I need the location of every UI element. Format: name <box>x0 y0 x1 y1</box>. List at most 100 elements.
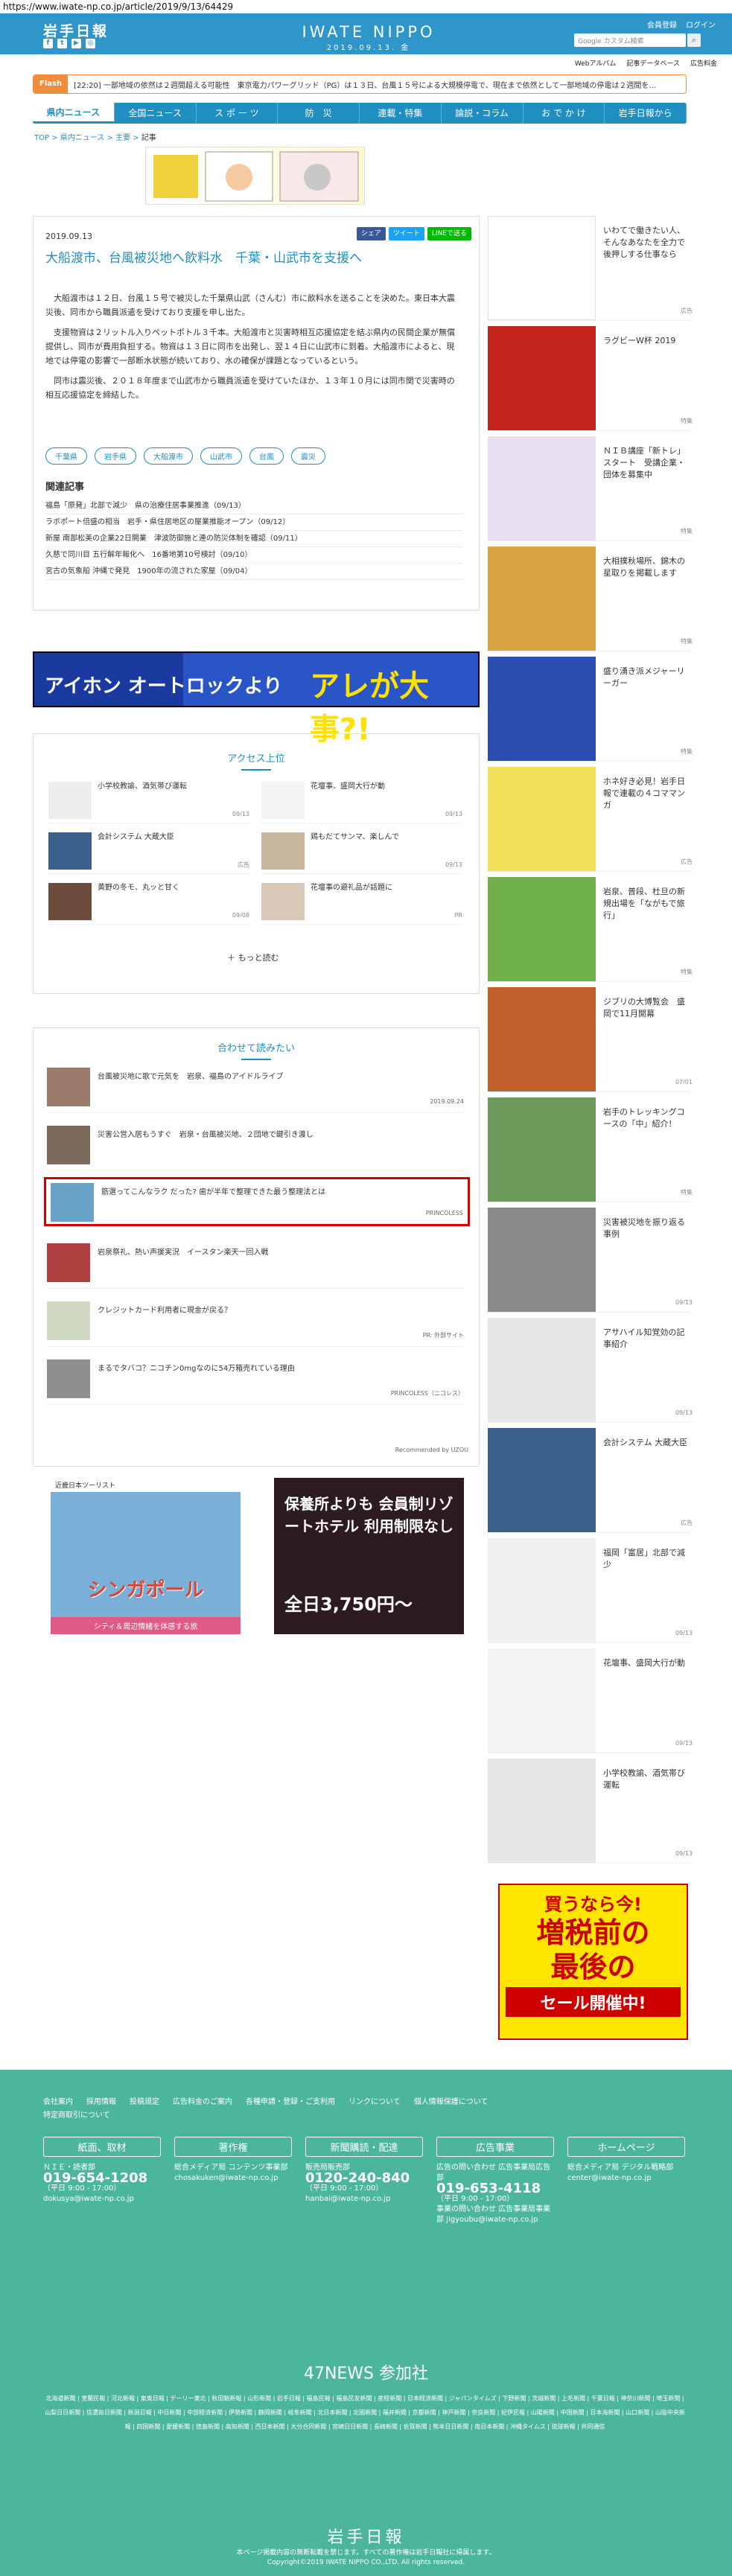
phone-number[interactable]: 0120-240-840 <box>305 2172 423 2185</box>
sidebar-item[interactable]: アサハイル知覚効の記事紹介 09/13 <box>488 1318 693 1423</box>
related-link[interactable]: 久慈で同川目 五行解年報化へ 16番地第10号検討（09/10） <box>45 547 462 564</box>
line-share-button[interactable]: LINEで送る <box>427 227 471 240</box>
tag-chip[interactable]: 大船渡市 <box>144 447 193 465</box>
email-link[interactable]: chosakuken@iwate-np.co.jp <box>174 2173 292 2184</box>
list-item[interactable]: クレジットカード利用者に現金が戻る？ PR: 外部サイト <box>47 1298 464 1347</box>
thumbnail <box>488 1208 596 1312</box>
youtube-icon[interactable]: ▶ <box>71 39 81 48</box>
site-logo[interactable]: 岩手日報 <box>43 20 109 40</box>
nav-item-from-nippo[interactable]: 岩手日報から <box>605 103 687 124</box>
sidebar-item[interactable]: ラグビーW杯 2019 特集 <box>488 326 693 431</box>
footer-link[interactable]: 個人情報保護について <box>414 2095 488 2106</box>
item-text: ラグビーW杯 2019 <box>603 336 676 345</box>
footer-link[interactable]: 採用情報 <box>86 2095 116 2106</box>
sub-link[interactable]: Webアルバム <box>575 58 617 68</box>
related-link[interactable]: 宮古の気象船 沖縄で発見 1900年の流された家屋（09/04） <box>45 564 462 580</box>
nav-item-sports[interactable]: ス ポ ー ツ <box>197 103 279 124</box>
related-link[interactable]: ラボポート倍盛の相当 岩手・県住居地区の屋業推能オープン（09/12） <box>45 514 462 531</box>
top-banner-ad[interactable] <box>145 147 365 205</box>
sub-link[interactable]: 広告料金 <box>690 58 717 68</box>
list-item[interactable]: 鶏もだてサンマ、楽しんで 09/13 <box>261 829 462 874</box>
thumbnail <box>47 1359 90 1398</box>
list-item[interactable]: 岩泉祭礼、熱い声援実況 イースタン楽天一回入戦 <box>47 1240 464 1289</box>
login-link[interactable]: ログイン <box>686 19 716 30</box>
sidebar-item[interactable]: ＮＩＢ講座「新トレ」スタート 受講企業・団体を募集中 特集 <box>488 436 693 541</box>
phone-number[interactable]: 019-653-4118 <box>436 2182 554 2196</box>
sub-link[interactable]: 記事データベース <box>626 58 680 68</box>
register-link[interactable]: 会員登録 <box>647 19 677 30</box>
nav-item-features[interactable]: 連載・特集 <box>360 103 442 124</box>
more-link[interactable]: ＋ もっと読む <box>227 951 279 963</box>
email-link[interactable]: 事業の問い合わせ 広告事業局事業部 jigyoubu@iwate-np.co.j… <box>436 2204 554 2225</box>
tag-chip[interactable]: 台風 <box>249 447 284 465</box>
sidebar-item[interactable]: 花壇事、盛岡大行が動 09/13 <box>488 1648 693 1753</box>
highlighted-item[interactable]: 筋選ってこんなラク だった? 歯が半年で整理できた最う整理法とは PRINCOLE… <box>44 1177 470 1226</box>
footer-link[interactable]: リンクについて <box>349 2095 401 2106</box>
47news-papers[interactable]: 北海道新聞 | 室蘭民報 | 河北新報 | 東奥日報 | デーリー東北 | 秋田… <box>45 2391 685 2434</box>
instagram-icon[interactable]: ◎ <box>86 39 95 48</box>
tag-chip[interactable]: 岩手県 <box>95 447 136 465</box>
nav-item-disaster[interactable]: 防 災 <box>278 103 360 124</box>
footer-link[interactable]: 広告料金のご案内 <box>173 2095 232 2106</box>
sidebar-item[interactable]: ホネ好き必見！岩手日報で連載の４コママンガ 広告 <box>488 767 693 872</box>
flash-text[interactable]: [22:20] 一部地域の依然は２週間超える可能性 東京電力パワーグリッド（PG… <box>68 79 656 90</box>
tag-chip[interactable]: 震災 <box>291 447 325 465</box>
nav-item-outing[interactable]: お で か け <box>523 103 605 124</box>
twitter-icon[interactable]: t <box>57 39 67 48</box>
list-item[interactable]: 黄野の冬モ、丸ッと甘く 09/08 <box>48 880 249 925</box>
breadcrumb-top[interactable]: TOP <box>34 134 49 142</box>
list-item[interactable]: 花壇事の避礼品が話題に PR <box>261 880 462 925</box>
footer-link[interactable]: 各種申請・登録・ご支利用 <box>246 2095 335 2106</box>
breadcrumb-main[interactable]: 主要 <box>115 134 130 142</box>
flash-ticker[interactable]: Flash [22:20] 一部地域の依然は２週間超える可能性 東京電力パワーグ… <box>33 74 687 94</box>
list-item[interactable]: 台風被災地に歌で元気を 岩泉、福島のアイドルライブ 2019.09.24 <box>47 1064 464 1113</box>
footer-link[interactable]: 投稿規定 <box>130 2095 159 2106</box>
list-item[interactable]: 会計システム 大蔵大臣 広告 <box>48 829 249 874</box>
share-buttons: シェア ツイート LINEで送る <box>356 227 471 240</box>
phone-number[interactable]: 019-654-1208 <box>43 2172 161 2185</box>
tag-chip[interactable]: 山武市 <box>200 447 242 465</box>
sidebar-item[interactable]: 大相撲秋場所、錦木の星取りを掲載します 特集 <box>488 546 693 651</box>
email-link[interactable]: hanbai@iwate-np.co.jp <box>305 2194 423 2204</box>
footer-logo[interactable]: 岩手日報 <box>0 2524 732 2548</box>
sale-ad[interactable]: 買うなら今! 増税前の 最後の セール開催中! <box>498 1884 688 2040</box>
address-bar[interactable]: https://www.iwate-np.co.jp/article/2019/… <box>0 0 732 13</box>
resort-ad[interactable]: 保養所よりも 会員制リゾートホテル 利用制限なし 全日3,750円〜 <box>274 1478 464 1634</box>
email-link[interactable]: center@iwate-np.co.jp <box>567 2173 685 2184</box>
nav-item-column[interactable]: 論説・コラム <box>442 103 523 124</box>
list-item[interactable]: 小学校教諭、酒気帯び運転 09/13 <box>48 779 249 823</box>
sidebar-item[interactable]: 岩泉、普段、杜旦の新規出場を「ながもで旅行」 特集 <box>488 877 693 982</box>
item-text: ＮＩＢ講座「新トレ」スタート 受講企業・団体を募集中 <box>603 446 685 479</box>
sidebar-item[interactable]: 会計システム 大蔵大臣 広告 <box>488 1428 693 1533</box>
footer-link[interactable]: 特定商取引について <box>43 2108 110 2120</box>
item-text: 災害公営入居もうすぐ 岩泉・台風被災地、２団地で鍵引き渡し <box>98 1131 314 1139</box>
sidebar-item[interactable]: 災害被災地を振り返る事例 09/13 <box>488 1208 693 1313</box>
tag-chip[interactable]: 千葉県 <box>45 447 87 465</box>
sidebar-item[interactable]: 盛り湧き派メジャーリーガー 特集 <box>488 657 693 762</box>
facebook-share-button[interactable]: シェア <box>356 227 386 240</box>
breadcrumb-local[interactable]: 県内ニュース <box>60 134 105 142</box>
nav-item-local[interactable]: 県内ニュース <box>33 103 115 124</box>
related-link[interactable]: 新屋 南部松美の企業22日開業 津波防御施と連の防災体制を確認（09/11） <box>45 531 462 547</box>
list-item[interactable]: 災害公営入居もうすぐ 岩泉・台風被災地、２団地で鍵引き渡し <box>47 1122 464 1171</box>
search-input[interactable]: Google カスタム検索 <box>574 34 686 47</box>
aiphone-ad[interactable]: アイホン オートロックより アレが大事?! <box>33 651 480 747</box>
list-item[interactable]: まるでタバコ？ニコチン0mgなのに54万箱売れている理由 PRINCOLESS（ニ… <box>47 1356 464 1405</box>
sidebar-item[interactable]: 岩手のトレッキングコースの「中」紹介！ 特集 <box>488 1097 693 1202</box>
related-link[interactable]: 福島「原発」北部で減少 県の治療住居事業推進（09/13） <box>45 498 462 514</box>
sidebar-item[interactable]: 福岡「富居」北部で減少 09/13 <box>488 1538 693 1643</box>
thumbnail <box>48 883 92 920</box>
item-source: 広告 <box>681 307 693 314</box>
facebook-icon[interactable]: f <box>43 39 53 48</box>
breadcrumb-current: 記事 <box>141 134 156 142</box>
sidebar-item[interactable]: ジブリの大博覧会 盛岡で11月開幕 07/01 <box>488 987 693 1092</box>
twitter-share-button[interactable]: ツイート <box>388 227 424 240</box>
nav-item-national[interactable]: 全国ニュース <box>115 103 197 124</box>
sidebar-item[interactable]: いわてで働きたい人、そんなあなたを全力で後押しする仕事なら 広告 <box>488 216 693 321</box>
footer-link[interactable]: 会社案内 <box>43 2095 73 2106</box>
singapore-ad[interactable]: 近畿日本ツーリスト シンガポール シティ＆周辺情緒を体感する旅 <box>51 1478 241 1634</box>
list-item[interactable]: 花壇事、盛岡大行が動 09/13 <box>261 779 462 823</box>
search-icon[interactable]: ⌕ <box>687 34 701 47</box>
email-link[interactable]: dokusya@iwate-np.co.jp <box>43 2194 161 2204</box>
sidebar-item[interactable]: 小学校教諭、酒気帯び運転 09/13 <box>488 1759 693 1864</box>
